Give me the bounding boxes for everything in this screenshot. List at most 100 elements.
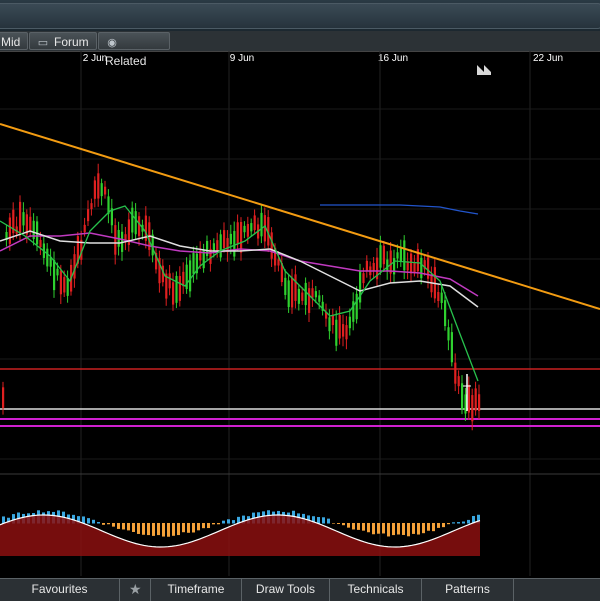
- oscillator-bar: [197, 523, 200, 531]
- mid-label: Mid: [1, 35, 21, 49]
- oscillator-bar: [172, 523, 175, 536]
- patterns-button[interactable]: Patterns: [422, 579, 514, 601]
- candle-body: [97, 173, 100, 199]
- x-tick-label-2-jun: 2 Jun: [83, 53, 107, 64]
- x-tick-label-16-jun: 16 Jun: [378, 53, 408, 64]
- oscillator-bar: [87, 518, 90, 524]
- candle-body: [382, 245, 385, 265]
- oscillator-bar: [97, 522, 100, 524]
- candle-body: [39, 239, 42, 248]
- oscillator-bar: [167, 523, 170, 537]
- oscillator-bar: [137, 523, 140, 534]
- oscillator-bar: [442, 523, 445, 528]
- oscillator-bar: [377, 523, 380, 534]
- oscillator-bar: [337, 523, 340, 524]
- candle-body: [338, 314, 341, 339]
- favourites-button[interactable]: Favourites: [0, 579, 120, 601]
- candle-body: [294, 274, 297, 301]
- x-tick-label-9-jun: 9 Jun: [230, 53, 254, 64]
- candle-body: [437, 292, 440, 302]
- candle-body: [189, 260, 192, 292]
- candle-body: [219, 234, 222, 258]
- oscillator-bar: [362, 523, 365, 531]
- oscillator-bar: [177, 523, 180, 536]
- candle-body: [236, 222, 239, 245]
- candle-body: [413, 262, 416, 273]
- candle-body: [138, 216, 141, 236]
- candle-body: [172, 282, 175, 305]
- downtrend-line[interactable]: [0, 123, 600, 310]
- oscillator-bar: [207, 523, 210, 529]
- mid-button[interactable]: Mid: [0, 32, 28, 50]
- chart-canvas[interactable]: 2 Jun 9 Jun 16 Jun 22 Jun: [0, 51, 600, 578]
- candle-body: [362, 273, 365, 284]
- oscillator-bar: [457, 522, 460, 524]
- candle-body: [178, 276, 181, 301]
- oscillator-panel: [0, 510, 481, 556]
- oscillator-bar: [192, 523, 195, 533]
- oscillator-bar: [142, 523, 145, 535]
- related-button[interactable]: ◉Related: [98, 32, 170, 68]
- candle-body: [420, 257, 423, 279]
- candle-body: [348, 316, 351, 329]
- candle-body: [8, 217, 11, 244]
- candle-body: [233, 231, 236, 257]
- timeframe-button[interactable]: Timeframe: [150, 579, 242, 601]
- oscillator-bar: [387, 523, 390, 537]
- candle-body: [87, 209, 90, 222]
- oscillator-bar: [327, 518, 330, 524]
- candle-body: [270, 232, 273, 259]
- candle-body: [355, 293, 358, 320]
- price-chart[interactable]: 2 Jun 9 Jun 16 Jun 22 Jun: [0, 51, 600, 578]
- moving-averages: [0, 204, 479, 382]
- x-tick-label-22-jun: 22 Jun: [533, 53, 563, 64]
- oscillator-bar: [162, 523, 165, 537]
- grid-lines: [0, 51, 600, 576]
- candle-body: [22, 212, 25, 226]
- oscillator-bar: [102, 523, 105, 525]
- candle-body: [403, 240, 406, 271]
- oscillator-bar: [432, 523, 435, 532]
- candle-body: [90, 203, 93, 210]
- oscillator-bar: [317, 517, 320, 524]
- candle-body: [284, 277, 287, 295]
- candle-body: [287, 280, 290, 308]
- candle-body: [471, 395, 474, 422]
- candle-body: [250, 223, 253, 232]
- candle-body: [114, 225, 117, 255]
- candle-body: [53, 259, 56, 291]
- title-bar-strip: [0, 3, 600, 29]
- candle-body: [59, 270, 62, 295]
- candle-body: [311, 288, 314, 298]
- candle-body: [46, 248, 49, 267]
- home-arrow-icon[interactable]: [477, 65, 491, 75]
- oscillator-bar: [152, 523, 155, 536]
- draw-tools-button[interactable]: Draw Tools: [242, 579, 330, 601]
- candle-body: [83, 224, 86, 233]
- forum-button[interactable]: ▭ Forum: [29, 32, 97, 50]
- star-icon[interactable]: ★: [129, 579, 142, 600]
- oscillator-bar: [352, 523, 355, 530]
- candle-body: [29, 216, 32, 232]
- oscillator-bar: [462, 521, 465, 524]
- oscillator-bar: [117, 523, 120, 529]
- candle-body: [260, 212, 263, 237]
- x-axis: 2 Jun 9 Jun 16 Jun 22 Jun: [83, 53, 563, 64]
- candle-body: [93, 180, 96, 199]
- candle-body: [454, 362, 457, 384]
- chart-toolbar: Mid ▭ Forum ◉Related: [0, 31, 600, 68]
- timeframe-label: Timeframe: [167, 582, 225, 596]
- technicals-button[interactable]: Technicals: [330, 579, 422, 601]
- candle-body: [223, 230, 226, 249]
- candle-body: [396, 252, 399, 259]
- oscillator-bar: [407, 523, 410, 537]
- candle-body: [253, 215, 256, 230]
- forum-label: Forum: [54, 35, 89, 49]
- oscillator-bar: [112, 523, 115, 527]
- candle-body: [386, 259, 389, 271]
- candle-body: [345, 325, 348, 340]
- oscillator-bar: [347, 523, 350, 528]
- candle-body: [2, 387, 5, 408]
- oscillator-bar: [392, 523, 395, 536]
- oscillator-bar: [212, 523, 215, 525]
